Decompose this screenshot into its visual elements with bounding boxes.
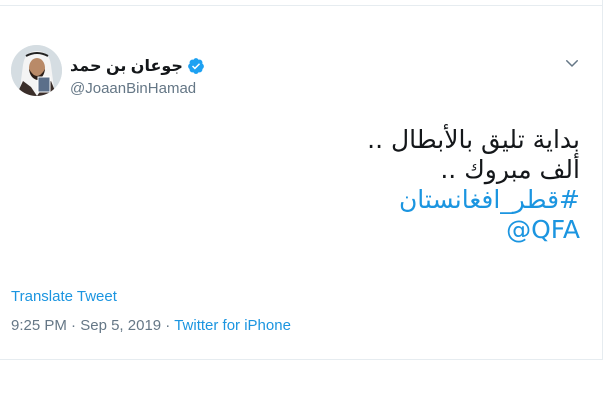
top-divider [0,0,603,6]
tweet-line-2: ألف مبروك .. [440,155,580,184]
tweet-source-link[interactable]: Twitter for iPhone [174,317,291,334]
avatar[interactable] [11,45,62,96]
mention-link[interactable]: @QFA [20,215,580,245]
display-name[interactable]: جوعان بن حمد [70,56,183,76]
translate-tweet-link[interactable]: Translate Tweet [11,288,117,305]
meta-separator: · [161,317,175,334]
tweet-metadata: 9:25 PM · Sep 5, 2019 · Twitter for iPho… [11,317,291,334]
tweet-text: بداية تليق بالأبطال .. ألف مبروك .. #قطر… [20,125,580,245]
user-handle[interactable]: @JoaanBinHamad [70,80,196,97]
tweet-time[interactable]: 9:25 PM [11,317,67,334]
verified-badge-icon [188,58,204,74]
meta-separator: · [66,317,81,334]
avatar-image [11,45,62,96]
tweet-date[interactable]: Sep 5, 2019 [80,317,161,334]
tweet-line-1: بداية تليق بالأبطال .. [367,125,580,154]
chevron-down-icon[interactable] [563,54,581,72]
author-name-row[interactable]: جوعان بن حمد [70,55,205,77]
tweet-card: جوعان بن حمد @JoaanBinHamad بداية تليق ب… [0,0,603,360]
hashtag-link[interactable]: #قطر_افغانستان [20,185,580,215]
